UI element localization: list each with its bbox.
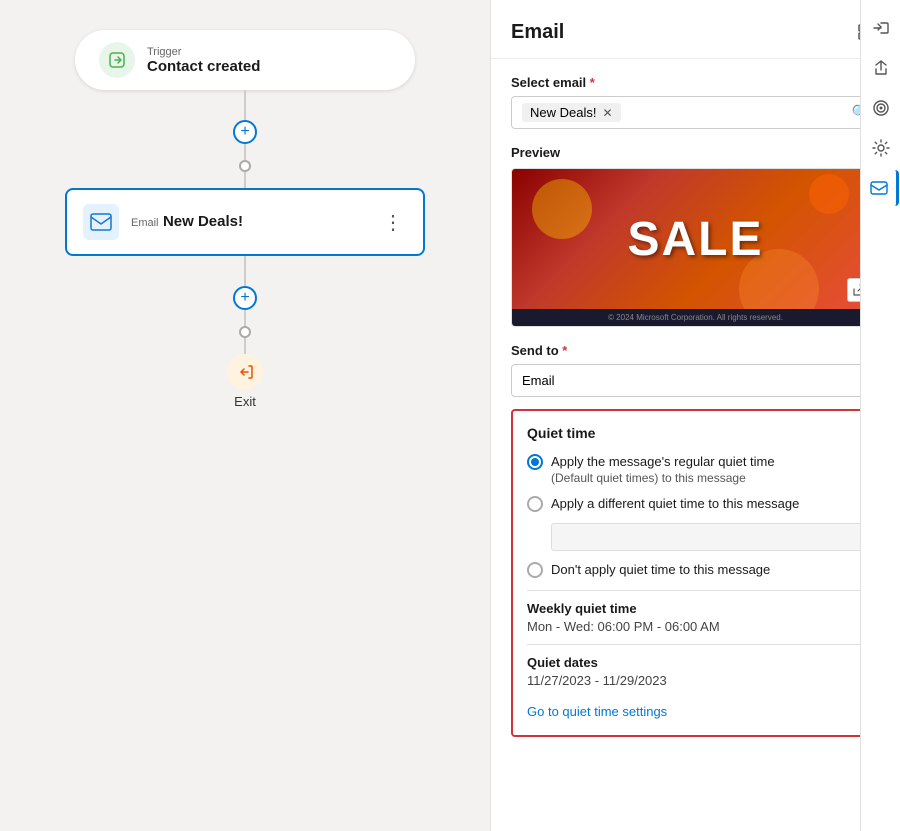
radio-option-1-text: Apply the message's regular quiet time (…	[551, 453, 775, 485]
panel-body: Select email * New Deals! ✕ 🔍 Preview SA…	[491, 59, 900, 831]
weekly-quiet-time-block: Weekly quiet time Mon - Wed: 06:00 PM - …	[527, 601, 864, 634]
panel-title: Email	[511, 21, 564, 44]
quiet-time-title: Quiet time	[527, 425, 864, 441]
line-6	[244, 338, 246, 354]
target-sidebar-button[interactable]	[863, 90, 899, 126]
radio-option-2-circle[interactable]	[527, 496, 543, 512]
quiet-time-input[interactable]	[551, 523, 864, 551]
sale-text: SALE	[627, 212, 763, 267]
divider-1	[527, 590, 864, 591]
exit-node: Exit	[227, 354, 263, 409]
send-to-value: Email	[522, 373, 555, 388]
quiet-time-box: Quiet time Apply the message's regular q…	[511, 409, 880, 737]
send-to-required: *	[562, 343, 567, 358]
quiet-time-option-2[interactable]: Apply a different quiet time to this mes…	[527, 495, 864, 513]
sale-footer: © 2024 Microsoft Corporation. All rights…	[512, 309, 879, 326]
line-3	[244, 172, 246, 188]
share-sidebar-button[interactable]	[863, 50, 899, 86]
email-sidebar-button[interactable]	[863, 170, 899, 206]
quiet-time-option-3[interactable]: Don't apply quiet time to this message	[527, 561, 864, 579]
exit-icon	[227, 354, 263, 390]
divider-2	[527, 644, 864, 645]
action-label: Email	[131, 217, 159, 229]
email-action-icon	[83, 204, 119, 240]
sale-banner: SALE	[512, 169, 879, 309]
trigger-name: Contact created	[147, 58, 260, 75]
sidebar-icon-panel	[860, 0, 900, 831]
connector-dot-1	[239, 160, 251, 172]
email-tag[interactable]: New Deals! ✕	[522, 103, 621, 122]
login-sidebar-button[interactable]	[863, 10, 899, 46]
radio-option-2-text: Apply a different quiet time to this mes…	[551, 495, 799, 513]
trigger-text: Trigger Contact created	[147, 46, 260, 75]
weekly-quiet-time-value: Mon - Wed: 06:00 PM - 06:00 AM	[527, 619, 864, 634]
trigger-icon	[99, 42, 135, 78]
email-select-field[interactable]: New Deals! ✕ 🔍	[511, 96, 880, 129]
line-1	[244, 90, 246, 120]
connector-2: +	[233, 256, 257, 354]
action-text: Email New Deals!	[131, 213, 367, 231]
preview-section: Preview SALE © 2024 Microsoft Corporatio…	[511, 145, 880, 327]
panel-header: Email	[491, 0, 900, 59]
email-tag-label: New Deals!	[530, 105, 596, 120]
send-to-dropdown[interactable]: Email ▾	[511, 364, 880, 397]
trigger-node[interactable]: Trigger Contact created	[75, 30, 415, 90]
action-menu-button[interactable]: ⋮	[379, 206, 407, 239]
send-to-label: Send to *	[511, 343, 880, 358]
settings-sidebar-button[interactable]	[863, 130, 899, 166]
select-email-label: Select email *	[511, 75, 880, 90]
radio-option-3-circle[interactable]	[527, 562, 543, 578]
quiet-time-settings-link[interactable]: Go to quiet time settings	[527, 704, 667, 719]
weekly-quiet-time-title: Weekly quiet time	[527, 601, 864, 616]
line-5	[244, 310, 246, 326]
radio-option-3-text: Don't apply quiet time to this message	[551, 561, 770, 579]
connector-1: +	[233, 90, 257, 188]
line-2	[244, 144, 246, 160]
line-4	[244, 256, 246, 286]
exit-label: Exit	[234, 394, 256, 409]
workflow-canvas: Trigger Contact created + Email New Deal…	[0, 0, 490, 831]
preview-image: SALE © 2024 Microsoft Corporation. All r…	[511, 168, 880, 327]
send-to-section: Send to * Email ▾	[511, 343, 880, 397]
quiet-time-option-1[interactable]: Apply the message's regular quiet time (…	[527, 453, 864, 485]
email-settings-panel: Email Select email * New Deals! ✕ 🔍 Prev…	[490, 0, 900, 831]
preview-label: Preview	[511, 145, 880, 160]
decoration-1	[532, 179, 592, 239]
quiet-dates-title: Quiet dates	[527, 655, 864, 670]
add-step-button-2[interactable]: +	[233, 286, 257, 310]
required-star: *	[590, 75, 595, 90]
radio-option-1-circle[interactable]	[527, 454, 543, 470]
quiet-dates-value: 11/27/2023 - 11/29/2023	[527, 673, 864, 688]
quiet-dates-block: Quiet dates 11/27/2023 - 11/29/2023	[527, 655, 864, 688]
trigger-label: Trigger	[147, 46, 260, 58]
email-action-node[interactable]: Email New Deals! ⋮	[65, 188, 425, 256]
add-step-button-1[interactable]: +	[233, 120, 257, 144]
action-name: New Deals!	[163, 213, 243, 230]
decoration-2	[809, 174, 849, 214]
tag-close-button[interactable]: ✕	[602, 106, 612, 120]
connector-dot-2	[239, 326, 251, 338]
